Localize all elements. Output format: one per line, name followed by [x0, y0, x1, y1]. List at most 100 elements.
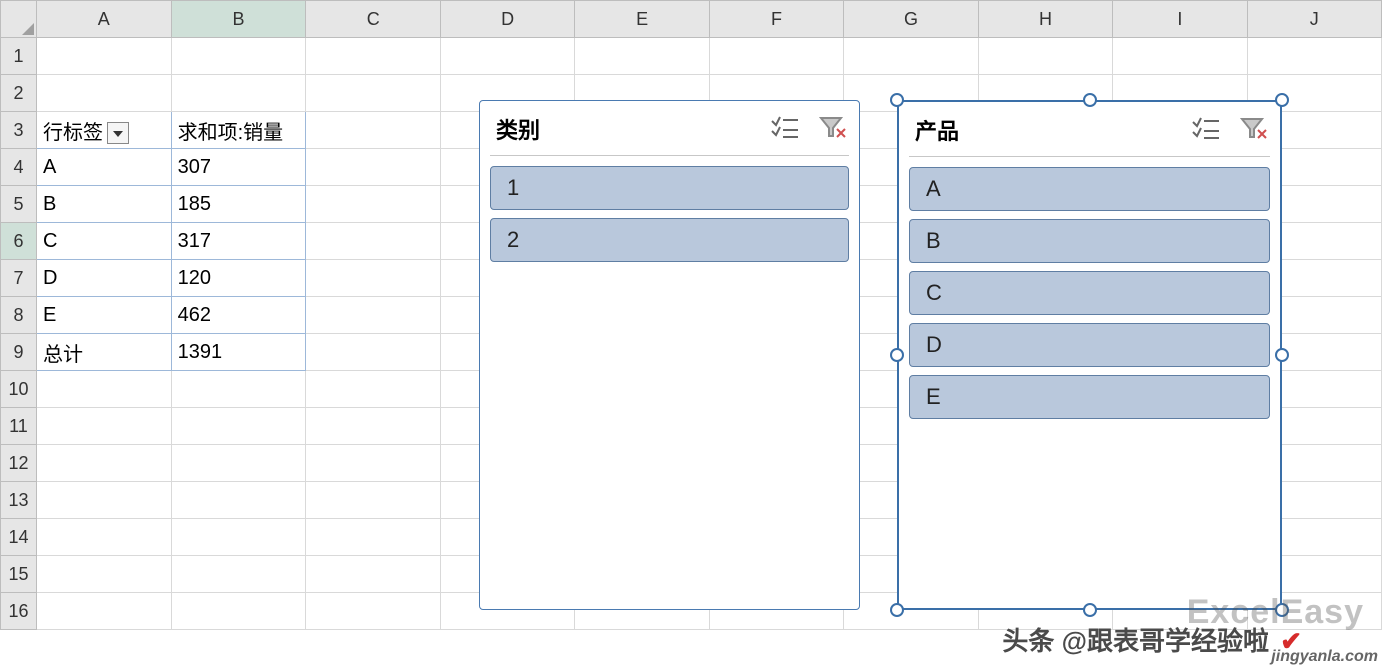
slicer-product[interactable]: 产品 ABCDE — [897, 100, 1282, 610]
row-header[interactable]: 16 — [1, 593, 37, 630]
row-header[interactable]: 11 — [1, 408, 37, 445]
cell[interactable] — [306, 112, 440, 149]
cell[interactable]: 462 — [171, 297, 306, 334]
resize-handle[interactable] — [890, 603, 904, 617]
slicer-item[interactable]: B — [909, 219, 1270, 263]
slicer-item[interactable]: A — [909, 167, 1270, 211]
cell[interactable] — [306, 297, 440, 334]
cell[interactable] — [306, 260, 440, 297]
cell[interactable] — [306, 149, 440, 186]
cell[interactable] — [171, 445, 306, 482]
cell[interactable] — [575, 38, 709, 75]
resize-handle[interactable] — [1275, 348, 1289, 362]
column-header[interactable]: C — [306, 1, 440, 38]
cell[interactable] — [171, 38, 306, 75]
cell[interactable]: 行标签 — [36, 112, 171, 149]
resize-handle[interactable] — [890, 93, 904, 107]
cell[interactable] — [1113, 38, 1247, 75]
cell[interactable] — [36, 75, 171, 112]
multiselect-icon[interactable] — [1192, 116, 1220, 145]
cell[interactable] — [36, 593, 171, 630]
column-header[interactable]: B — [171, 1, 306, 38]
column-header[interactable]: F — [709, 1, 843, 38]
cell[interactable] — [306, 371, 440, 408]
cell[interactable] — [306, 186, 440, 223]
cell[interactable] — [36, 556, 171, 593]
cell[interactable] — [709, 38, 843, 75]
row-header[interactable]: 12 — [1, 445, 37, 482]
cell[interactable] — [36, 482, 171, 519]
row-header[interactable]: 15 — [1, 556, 37, 593]
row-header[interactable]: 4 — [1, 149, 37, 186]
column-header[interactable]: A — [36, 1, 171, 38]
cell[interactable] — [36, 408, 171, 445]
row-header[interactable]: 1 — [1, 38, 37, 75]
column-header[interactable]: I — [1113, 1, 1247, 38]
cell[interactable]: A — [36, 149, 171, 186]
slicer-item[interactable]: C — [909, 271, 1270, 315]
row-header[interactable]: 9 — [1, 334, 37, 371]
select-all-corner[interactable] — [1, 1, 37, 38]
cell[interactable] — [306, 519, 440, 556]
row-header[interactable]: 13 — [1, 482, 37, 519]
cell[interactable] — [306, 556, 440, 593]
row-header[interactable]: 6 — [1, 223, 37, 260]
resize-handle[interactable] — [1275, 93, 1289, 107]
multiselect-icon[interactable] — [771, 115, 799, 144]
cell[interactable]: 185 — [171, 186, 306, 223]
cell[interactable] — [306, 75, 440, 112]
cell[interactable]: 307 — [171, 149, 306, 186]
cell[interactable] — [306, 593, 440, 630]
cell[interactable]: D — [36, 260, 171, 297]
column-header[interactable]: D — [440, 1, 574, 38]
cell[interactable] — [171, 371, 306, 408]
slicer-item[interactable]: 1 — [490, 166, 849, 210]
cell[interactable] — [171, 519, 306, 556]
resize-handle[interactable] — [1083, 603, 1097, 617]
column-header[interactable]: H — [978, 1, 1112, 38]
cell[interactable] — [36, 519, 171, 556]
clear-filter-icon[interactable] — [1240, 116, 1268, 145]
column-header[interactable]: E — [575, 1, 709, 38]
cell[interactable] — [36, 371, 171, 408]
cell[interactable] — [306, 334, 440, 371]
cell[interactable] — [978, 38, 1112, 75]
cell[interactable] — [36, 445, 171, 482]
column-header[interactable]: J — [1247, 1, 1381, 38]
cell[interactable] — [306, 482, 440, 519]
cell[interactable] — [36, 38, 171, 75]
row-header[interactable]: 14 — [1, 519, 37, 556]
column-header[interactable]: G — [844, 1, 978, 38]
cell[interactable]: E — [36, 297, 171, 334]
slicer-item[interactable]: D — [909, 323, 1270, 367]
cell[interactable] — [1247, 38, 1381, 75]
cell[interactable] — [171, 593, 306, 630]
slicer-category[interactable]: 类别 12 — [479, 100, 860, 610]
cell[interactable] — [171, 408, 306, 445]
row-header[interactable]: 8 — [1, 297, 37, 334]
resize-handle[interactable] — [890, 348, 904, 362]
cell[interactable] — [171, 556, 306, 593]
cell[interactable] — [306, 38, 440, 75]
cell[interactable]: 317 — [171, 223, 306, 260]
clear-filter-icon[interactable] — [819, 115, 847, 144]
cell[interactable]: 120 — [171, 260, 306, 297]
cell[interactable]: 总计 — [36, 334, 171, 371]
cell[interactable] — [171, 482, 306, 519]
slicer-item[interactable]: E — [909, 375, 1270, 419]
row-header[interactable]: 2 — [1, 75, 37, 112]
cell[interactable]: C — [36, 223, 171, 260]
cell[interactable] — [306, 445, 440, 482]
row-header[interactable]: 5 — [1, 186, 37, 223]
slicer-item[interactable]: 2 — [490, 218, 849, 262]
resize-handle[interactable] — [1083, 93, 1097, 107]
cell[interactable] — [440, 38, 574, 75]
cell[interactable]: B — [36, 186, 171, 223]
cell[interactable]: 1391 — [171, 334, 306, 371]
cell[interactable] — [171, 75, 306, 112]
cell[interactable] — [844, 38, 978, 75]
pivot-filter-dropdown[interactable] — [107, 122, 129, 144]
row-header[interactable]: 10 — [1, 371, 37, 408]
row-header[interactable]: 3 — [1, 112, 37, 149]
cell[interactable] — [306, 223, 440, 260]
